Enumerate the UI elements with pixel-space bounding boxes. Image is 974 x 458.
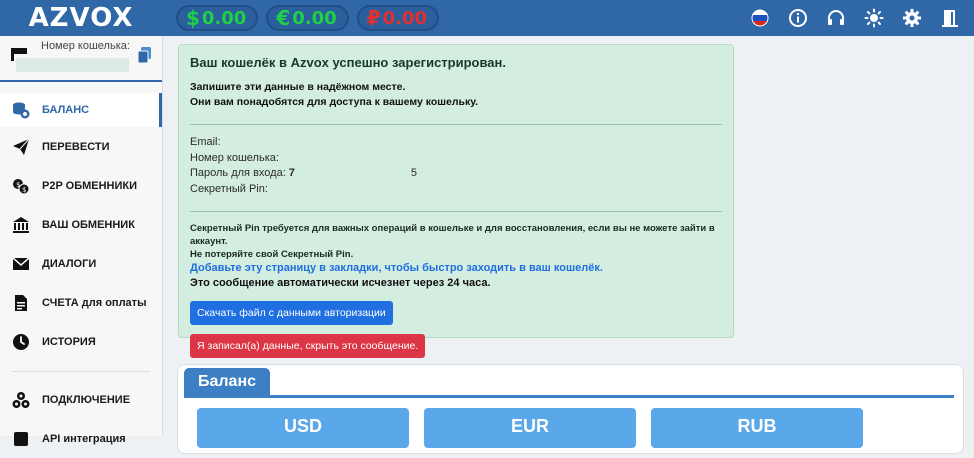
pin-label: Секретный Pin: <box>190 182 268 195</box>
sidebar-item-label: ВАШ ОБМЕННИК <box>42 218 135 231</box>
sidebar-item-label: API интеграция <box>42 432 126 445</box>
wallet-number-value <box>16 58 129 72</box>
password-value-end[interactable]: 5 <box>411 166 417 182</box>
alert-divider <box>190 124 722 125</box>
sidebar-item-label: БАЛАНС <box>42 104 90 116</box>
auto-delete-notice: Это сообщение автоматически исчезнет чер… <box>190 277 491 289</box>
invoice-icon <box>12 294 30 312</box>
rub-card[interactable]: RUB <box>651 408 863 448</box>
download-auth-file-button[interactable]: Скачать файл с данными авторизации <box>190 301 393 325</box>
registration-success-alert: Ваш кошелёк в Azvox успешно зарегистриро… <box>178 44 734 358</box>
coins-icon <box>12 101 30 119</box>
sidebar-divider <box>12 371 150 372</box>
password-redacted <box>295 166 408 182</box>
eur-balance-value: 0.00 <box>292 7 337 29</box>
azvox-logo[interactable]: AZVOX <box>0 0 162 36</box>
bank-icon <box>12 216 30 234</box>
cubes-icon <box>12 391 30 409</box>
top-icons <box>750 0 960 36</box>
envelope-icon <box>12 255 30 273</box>
sidebar-item-label: P2P ОБМЕННИКИ <box>42 179 138 192</box>
balance-panel-strip <box>184 395 954 398</box>
api-icon <box>12 430 30 448</box>
sidebar-nav: БАЛАНС ПЕРЕВЕСТИ $ $ P2P ОБМЕННИКИ ВАШ ОБ… <box>0 93 162 361</box>
sidebar: Номер кошелька: БАЛАНС ПЕРЕВЕСТИ $ $ P2P … <box>0 36 163 446</box>
pin-note-2: Не потеряйте свой Секретный Pin. <box>190 249 354 260</box>
alert-divider <box>190 211 722 212</box>
sidebar-item-transfer[interactable]: ПЕРЕВЕСТИ <box>0 127 162 166</box>
password-label: Пароль для входа: <box>190 167 286 179</box>
wallet-number-label: Номер кошелька: <box>190 151 279 164</box>
sun-icon[interactable] <box>864 8 884 28</box>
svg-text:$: $ <box>22 186 26 194</box>
eur-balance-pill[interactable]: € 0.00 <box>266 5 349 31</box>
rub-balance-value: 0.00 <box>382 7 428 29</box>
sidebar-item-label: ДИАЛОГИ <box>42 257 97 270</box>
ruble-sign-icon: ₽ <box>366 6 381 30</box>
copy-icon[interactable] <box>137 46 153 69</box>
euro-sign-icon: € <box>276 6 291 30</box>
sidebar-item-your-exchanger[interactable]: ВАШ ОБМЕННИК <box>0 205 162 244</box>
sidebar-item-label: СЧЕТА для оплаты <box>42 296 147 309</box>
sidebar-item-label: ИСТОРИЯ <box>42 335 96 348</box>
eur-card[interactable]: EUR <box>424 408 636 448</box>
alert-instruction-2: Они вам понадобятся для доступа к вашему… <box>190 96 479 108</box>
sidebar-item-p2p-exchangers[interactable]: $ $ P2P ОБМЕННИКИ <box>0 166 162 205</box>
usd-balance-value: 0.00 <box>201 7 247 29</box>
pin-row: Секретный Pin: <box>190 182 722 198</box>
info-icon[interactable] <box>788 8 808 28</box>
sidebar-item-api[interactable]: API интеграция <box>0 419 162 458</box>
paper-plane-icon <box>12 138 30 156</box>
sidebar-nav-secondary: ПОДКЛЮЧЕНИЕ API интеграция <box>0 380 162 458</box>
exchange-coins-icon: $ $ <box>12 177 30 195</box>
usd-card[interactable]: USD <box>197 408 409 448</box>
wallet-number-label: Номер кошелька: <box>41 40 130 52</box>
hide-message-button[interactable]: Я записал(а) данные, скрыть это сообщени… <box>190 334 426 358</box>
sidebar-item-balance[interactable]: БАЛАНС <box>0 93 162 127</box>
svg-text:$: $ <box>16 181 20 189</box>
russia-flag-icon[interactable] <box>750 8 770 28</box>
sidebar-item-history[interactable]: ИСТОРИЯ <box>0 322 162 361</box>
wallet-row: Номер кошелька: <box>190 151 722 167</box>
sidebar-item-dialogs[interactable]: ДИАЛОГИ <box>0 244 162 283</box>
sidebar-item-label: ПОДКЛЮЧЕНИЕ <box>42 393 131 406</box>
balance-pills: $ 0.00 € 0.00 ₽ 0.00 <box>176 5 440 31</box>
password-row: Пароль для входа: 7 5 <box>190 166 722 182</box>
usd-balance-pill[interactable]: $ 0.00 <box>176 5 259 31</box>
sidebar-item-connection[interactable]: ПОДКЛЮЧЕНИЕ <box>0 380 162 419</box>
sidebar-item-label: ПЕРЕВЕСТИ <box>42 140 110 153</box>
wallet-number-box: Номер кошелька: <box>0 36 162 82</box>
top-bar: AZVOX $ 0.00 € 0.00 ₽ 0.00 <box>0 0 974 36</box>
alert-instruction-1: Запишите эти данные в надёжном месте. <box>190 81 406 93</box>
bookmark-hint: Добавьте эту страницу в закладки, чтобы … <box>190 262 603 274</box>
clock-icon <box>12 333 30 351</box>
logout-door-icon[interactable] <box>940 8 960 28</box>
balance-tab[interactable]: Баланс <box>184 368 270 396</box>
email-row: Email: <box>190 135 722 151</box>
dollar-sign-icon: $ <box>186 6 200 30</box>
sidebar-item-invoices[interactable]: СЧЕТА для оплаты <box>0 283 162 322</box>
pin-note-1: Секретный Pin требуется для важных опера… <box>190 223 715 247</box>
gear-icon[interactable] <box>902 8 922 28</box>
rub-balance-pill[interactable]: ₽ 0.00 <box>356 5 440 31</box>
alert-title: Ваш кошелёк в Azvox успешно зарегистриро… <box>190 55 506 70</box>
email-label: Email: <box>190 136 221 148</box>
headset-icon[interactable] <box>826 8 846 28</box>
